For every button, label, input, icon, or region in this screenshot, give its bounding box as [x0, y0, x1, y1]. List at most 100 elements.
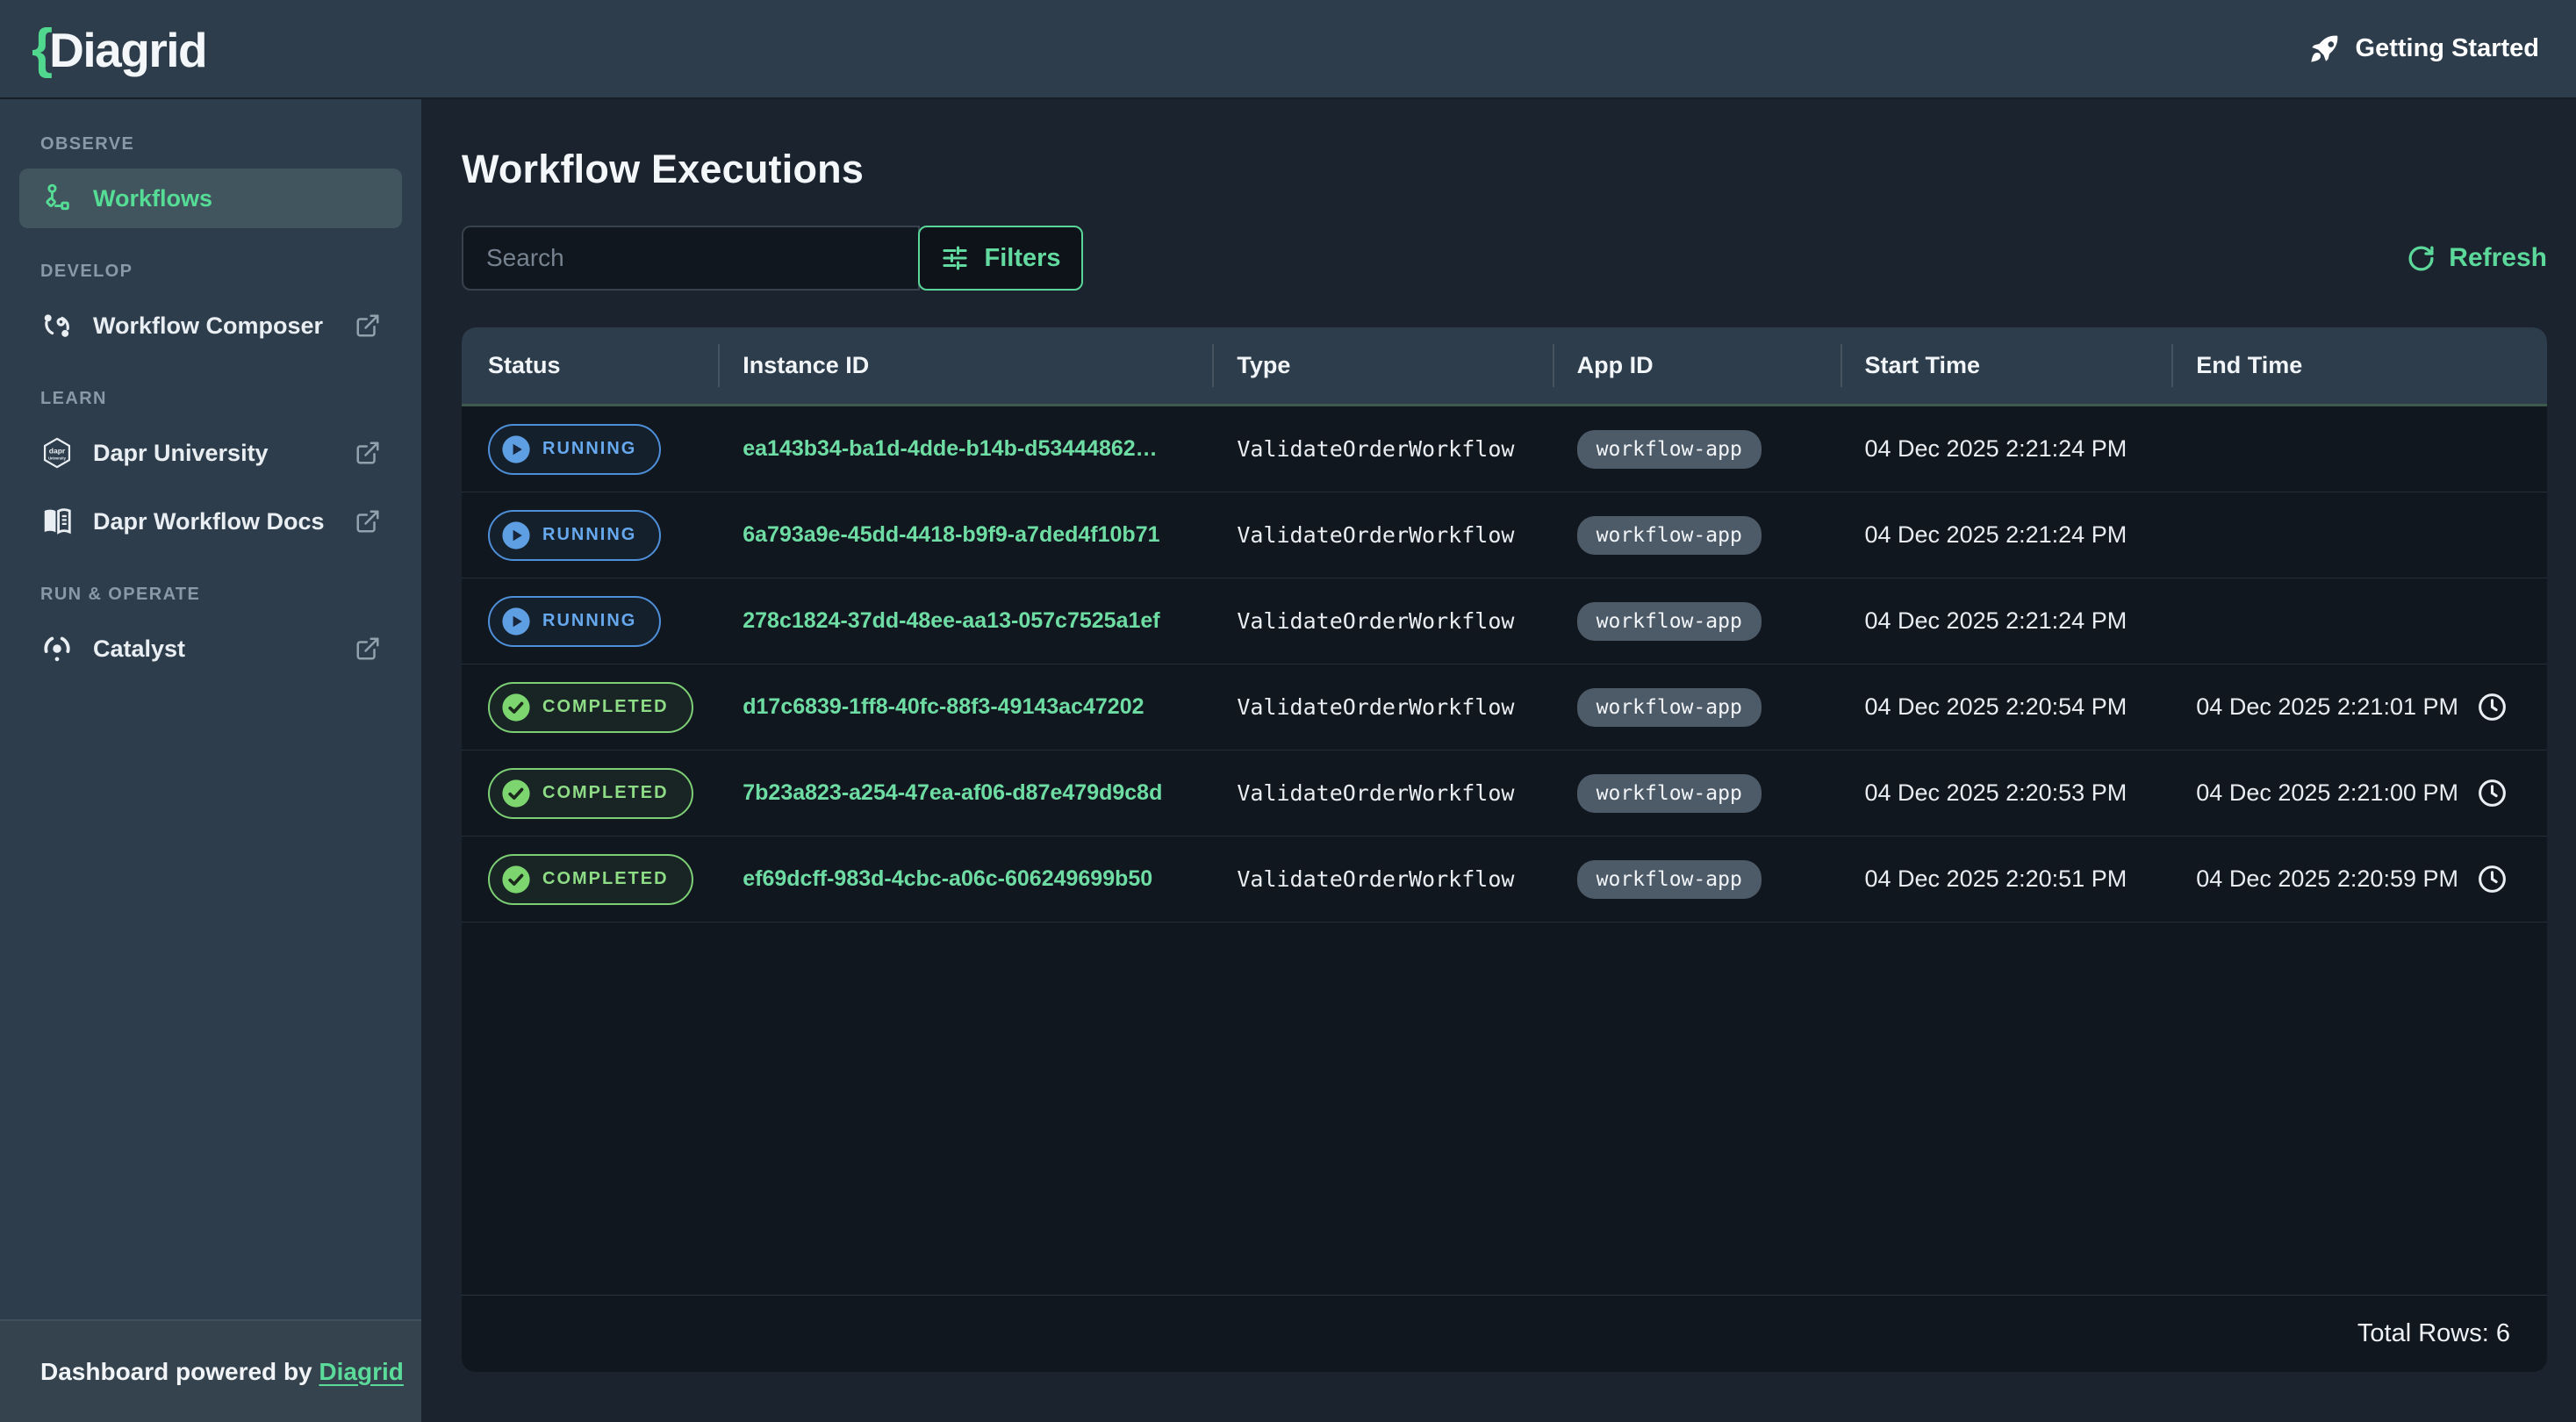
getting-started-label: Getting Started	[2356, 34, 2539, 63]
workflow-type-value: ValidateOrderWorkflow	[1212, 866, 1552, 892]
table-row: RUNNING 6a793a9e-45dd-4418-b9f9-a7ded4f1…	[462, 492, 2547, 578]
external-link-icon	[355, 636, 381, 662]
status-badge: RUNNING	[488, 596, 661, 647]
svg-text:University: University	[48, 456, 67, 461]
svg-text:dapr: dapr	[49, 447, 66, 456]
app-id-badge: workflow-app	[1577, 774, 1762, 813]
app-id-badge: workflow-app	[1577, 430, 1762, 469]
table-body: RUNNING ea143b34-ba1d-4dde-b14b-d5344486…	[462, 406, 2547, 923]
column-header-instance-id: Instance ID	[718, 327, 1212, 404]
status-badge: COMPLETED	[488, 854, 693, 905]
clock-icon	[2476, 691, 2508, 723]
rocket-icon	[2307, 32, 2341, 66]
table-row: RUNNING ea143b34-ba1d-4dde-b14b-d5344486…	[462, 406, 2547, 492]
section-label-run-operate: RUN & OPERATE	[0, 585, 421, 605]
end-time-value: 04 Dec 2025 2:21:00 PM	[2171, 777, 2547, 809]
start-time-value: 04 Dec 2025 2:20:54 PM	[1841, 693, 2172, 721]
sidebar-item-label: Catalyst	[93, 636, 185, 663]
filters-button[interactable]: Filters	[918, 226, 1083, 291]
start-time-value: 04 Dec 2025 2:21:24 PM	[1841, 435, 2172, 463]
table-row: COMPLETED d17c6839-1ff8-40fc-88f3-49143a…	[462, 664, 2547, 750]
workflow-type-value: ValidateOrderWorkflow	[1212, 694, 1552, 720]
dapr-hexagon-icon: dapr University	[40, 436, 74, 470]
instance-id-link[interactable]: 6a793a9e-45dd-4418-b9f9-a7ded4f10b71	[743, 522, 1159, 548]
workflow-type-value: ValidateOrderWorkflow	[1212, 522, 1552, 548]
clock-icon	[2476, 863, 2508, 895]
play-circle-icon	[501, 521, 531, 550]
check-circle-icon	[501, 865, 531, 894]
diagrid-footer-link[interactable]: Diagrid	[319, 1358, 403, 1386]
play-circle-icon	[501, 434, 531, 464]
table-row: RUNNING 278c1824-37dd-48ee-aa13-057c7525…	[462, 578, 2547, 664]
sidebar: OBSERVE Workflows DEVELOP	[0, 99, 421, 1422]
section-label-develop: DEVELOP	[0, 262, 421, 282]
powered-by-text: Dashboard powered by	[40, 1358, 319, 1386]
instance-id-link[interactable]: d17c6839-1ff8-40fc-88f3-49143ac47202	[743, 694, 1144, 720]
app-window: { Diagrid Getting Started OBSERVE	[0, 0, 2576, 1422]
toolbar: Filters Refresh	[462, 226, 2547, 291]
diagrid-logo[interactable]: { Diagrid	[32, 18, 206, 80]
sidebar-item-workflows[interactable]: Workflows	[19, 169, 402, 228]
instance-id-link[interactable]: ef69dcff-983d-4cbc-a06c-606249699b50	[743, 866, 1152, 892]
start-time-value: 04 Dec 2025 2:20:53 PM	[1841, 779, 2172, 807]
table-footer: Total Rows: 6	[462, 1295, 2547, 1372]
clock-icon	[2476, 777, 2508, 809]
app-id-badge: workflow-app	[1577, 688, 1762, 727]
page-title: Workflow Executions	[462, 147, 2547, 192]
sidebar-footer: Dashboard powered by Diagrid	[0, 1319, 421, 1422]
status-badge: RUNNING	[488, 424, 661, 475]
sidebar-item-dapr-workflow-docs[interactable]: Dapr Workflow Docs	[19, 492, 402, 551]
refresh-button[interactable]: Refresh	[2407, 243, 2547, 273]
section-label-learn: LEARN	[0, 389, 421, 409]
play-circle-icon	[501, 607, 531, 636]
start-time-value: 04 Dec 2025 2:21:24 PM	[1841, 521, 2172, 549]
table-header-row: Status Instance ID Type App ID Start Tim…	[462, 327, 2547, 406]
status-badge: COMPLETED	[488, 682, 693, 733]
sidebar-item-label: Dapr University	[93, 440, 269, 467]
total-rows-label: Total Rows: 6	[2357, 1319, 2510, 1348]
search-input[interactable]	[462, 226, 920, 291]
column-header-status: Status	[462, 327, 718, 404]
logo-text: Diagrid	[49, 22, 206, 78]
sidebar-item-catalyst[interactable]: Catalyst	[19, 619, 402, 679]
sidebar-item-dapr-university[interactable]: dapr University Dapr University	[19, 423, 402, 483]
app-id-badge: workflow-app	[1577, 860, 1762, 899]
workflow-nodes-icon	[40, 182, 74, 215]
check-circle-icon	[501, 693, 531, 722]
end-time-value: 04 Dec 2025 2:20:59 PM	[2171, 863, 2547, 895]
workflow-type-value: ValidateOrderWorkflow	[1212, 780, 1552, 806]
workflow-executions-table: Status Instance ID Type App ID Start Tim…	[462, 327, 2547, 1372]
column-header-start-time: Start Time	[1841, 327, 2172, 404]
sidebar-nav: OBSERVE Workflows DEVELOP	[0, 99, 421, 1319]
start-time-value: 04 Dec 2025 2:20:51 PM	[1841, 865, 2172, 893]
instance-id-link[interactable]: ea143b34-ba1d-4dde-b14b-d53444862…	[743, 436, 1157, 462]
refresh-label: Refresh	[2449, 243, 2547, 273]
refresh-icon	[2407, 244, 2436, 273]
catalyst-orbit-icon	[40, 632, 74, 665]
external-link-icon	[355, 440, 381, 466]
getting-started-link[interactable]: Getting Started	[2307, 32, 2539, 66]
filters-label: Filters	[984, 244, 1060, 273]
instance-id-link[interactable]: 7b23a823-a254-47ea-af06-d87e479d9c8d	[743, 780, 1162, 806]
composer-icon	[40, 309, 74, 342]
status-badge: RUNNING	[488, 510, 661, 561]
workflow-type-value: ValidateOrderWorkflow	[1212, 436, 1552, 462]
instance-id-link[interactable]: 278c1824-37dd-48ee-aa13-057c7525a1ef	[743, 608, 1159, 634]
column-header-app-id: App ID	[1553, 327, 1841, 404]
top-header: { Diagrid Getting Started	[0, 0, 2576, 99]
search-filter-group: Filters	[462, 226, 1083, 291]
sidebar-item-workflow-composer[interactable]: Workflow Composer	[19, 296, 402, 356]
column-header-type: Type	[1212, 327, 1552, 404]
start-time-value: 04 Dec 2025 2:21:24 PM	[1841, 607, 2172, 635]
app-id-badge: workflow-app	[1577, 602, 1762, 641]
sidebar-item-label: Dapr Workflow Docs	[93, 508, 325, 535]
column-header-end-time: End Time	[2171, 327, 2547, 404]
table-empty-area	[462, 923, 2547, 1295]
workflow-type-value: ValidateOrderWorkflow	[1212, 608, 1552, 634]
check-circle-icon	[501, 779, 531, 808]
status-badge: COMPLETED	[488, 768, 693, 819]
end-time-value: 04 Dec 2025 2:21:01 PM	[2171, 691, 2547, 723]
external-link-icon	[355, 312, 381, 339]
section-label-observe: OBSERVE	[0, 134, 421, 154]
external-link-icon	[355, 508, 381, 535]
